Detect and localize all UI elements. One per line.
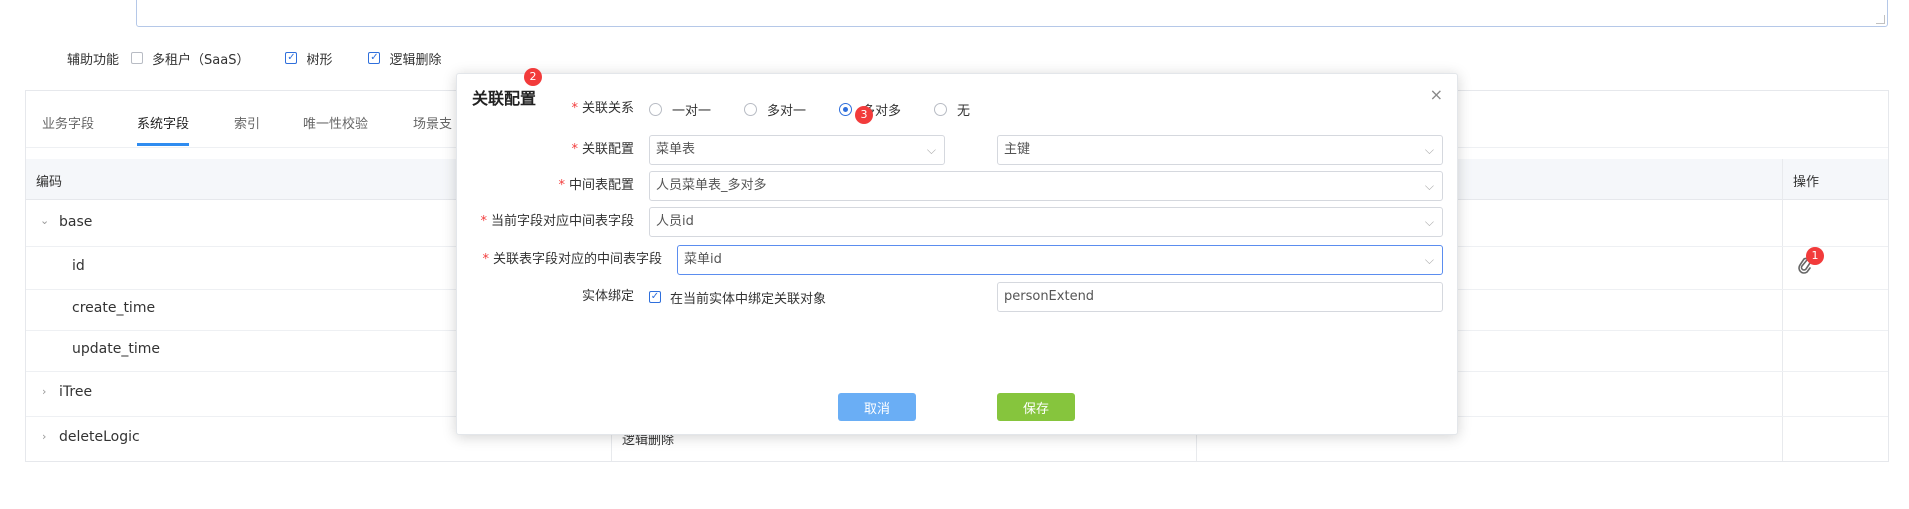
- related-field-label: * 关联表字段对应的中间表字段: [482, 245, 662, 275]
- related-key-select[interactable]: 主键 ⌵: [997, 135, 1443, 165]
- radio-label: 无: [957, 103, 971, 119]
- row-code: create_time: [72, 300, 156, 316]
- radio-circle[interactable]: [649, 102, 662, 116]
- row-code: update_time: [72, 341, 160, 357]
- header-code: 编码: [36, 175, 63, 190]
- middle-table-label: * 中间表配置: [558, 171, 634, 201]
- expand-icon[interactable]: ›: [42, 430, 46, 443]
- relation-label: * 关联关系: [571, 94, 634, 124]
- expand-icon[interactable]: ⌄: [40, 214, 49, 227]
- related-field-row: * 关联表字段对应的中间表字段 菜单id ⌵: [457, 245, 1457, 275]
- checkbox-tree[interactable]: ✓: [285, 52, 298, 64]
- step-badge-3: 3: [855, 106, 873, 124]
- radio-label: 一对一: [672, 103, 712, 119]
- radio-circle[interactable]: [839, 102, 853, 116]
- select-value: 菜单表: [656, 142, 696, 157]
- aux-option-logic-delete[interactable]: ✓ 逻辑删除: [368, 49, 441, 68]
- select-value: 人员id: [656, 214, 694, 229]
- chevron-down-icon: ⌵: [1424, 253, 1434, 267]
- radio-label: 多对一: [767, 103, 807, 119]
- chevron-down-icon: ⌵: [1424, 179, 1434, 193]
- description-textarea[interactable]: [136, 0, 1888, 27]
- association-config-dialog: 关联配置 × * 关联关系 一对一 多对一 多对多 无 * 关联配置 菜单表 ⌵ 主…: [456, 73, 1458, 435]
- checkbox-bind-object[interactable]: ✓: [649, 291, 661, 303]
- save-button[interactable]: 保存: [997, 393, 1075, 421]
- related-field-label-text: 关联表字段对应的中间表字段: [492, 252, 662, 267]
- row-code: iTree: [59, 384, 93, 400]
- radio-circle[interactable]: [744, 102, 758, 116]
- tab-system-fields[interactable]: 系统字段: [137, 113, 190, 146]
- middle-table-select[interactable]: 人员菜单表_多对多 ⌵: [649, 171, 1443, 201]
- resize-handle[interactable]: [1876, 15, 1885, 24]
- required-mark: *: [571, 101, 578, 116]
- required-mark: *: [482, 252, 489, 267]
- checkbox-saas[interactable]: [131, 52, 144, 64]
- config-label-text: 关联配置: [581, 142, 634, 157]
- chevron-down-icon: ⌵: [1424, 143, 1434, 157]
- step-badge-2: 2: [524, 68, 542, 86]
- input-value: personExtend: [1004, 289, 1095, 304]
- config-label: * 关联配置: [571, 135, 634, 165]
- aux-label: 辅助功能: [67, 52, 120, 68]
- relation-label-text: 关联关系: [581, 101, 634, 116]
- required-mark: *: [480, 214, 487, 229]
- config-row: * 关联配置 菜单表 ⌵ 主键 ⌵: [457, 135, 1457, 165]
- entity-name-input[interactable]: personExtend: [997, 282, 1443, 312]
- step-badge-1: 1: [1806, 247, 1824, 265]
- select-value: 菜单id: [684, 252, 722, 267]
- middle-table-label-text: 中间表配置: [568, 178, 634, 193]
- chevron-down-icon: ⌵: [1424, 215, 1434, 229]
- middle-table-row: * 中间表配置 人员菜单表_多对多 ⌵: [457, 171, 1457, 201]
- cancel-button[interactable]: 取消: [838, 393, 916, 421]
- aux-option-saas[interactable]: 多租户（SaaS）: [131, 49, 249, 68]
- aux-functions: 辅助功能 多租户（SaaS） ✓ 树形 ✓ 逻辑删除: [67, 47, 477, 69]
- relation-row: * 关联关系 一对一 多对一 多对多 无: [457, 94, 1457, 124]
- expand-icon[interactable]: ›: [42, 385, 46, 398]
- entity-binding-label: 实体绑定: [581, 289, 634, 304]
- entity-binding-row: 实体绑定 ✓ 在当前实体中绑定关联对象 personExtend: [457, 282, 1457, 312]
- aux-option-saas-label: 多租户（SaaS）: [152, 52, 250, 68]
- current-field-label-text: 当前字段对应中间表字段: [490, 214, 634, 229]
- current-field-select[interactable]: 人员id ⌵: [649, 207, 1443, 237]
- radio-many-to-one[interactable]: 多对一: [744, 100, 806, 119]
- bind-object-option[interactable]: ✓ 在当前实体中绑定关联对象: [649, 282, 826, 312]
- tab-scene[interactable]: 场景支: [413, 113, 452, 143]
- aux-option-tree-label: 树形: [306, 52, 333, 68]
- related-table-select[interactable]: 菜单表 ⌵: [649, 135, 945, 165]
- header-ops: 操作: [1793, 175, 1820, 190]
- current-field-row: * 当前字段对应中间表字段 人员id ⌵: [457, 207, 1457, 237]
- related-field-select[interactable]: 菜单id ⌵: [677, 245, 1443, 275]
- aux-option-tree[interactable]: ✓ 树形: [285, 49, 332, 68]
- aux-option-logic-delete-label: 逻辑删除: [389, 52, 442, 68]
- chevron-down-icon: ⌵: [926, 143, 936, 157]
- radio-circle[interactable]: [934, 102, 948, 116]
- required-mark: *: [571, 142, 578, 157]
- tab-unique-check[interactable]: 唯一性校验: [303, 113, 368, 143]
- radio-one-to-one[interactable]: 一对一: [649, 100, 711, 119]
- select-value: 主键: [1004, 142, 1031, 157]
- select-value: 人员菜单表_多对多: [656, 178, 767, 193]
- row-code: deleteLogic: [59, 429, 140, 445]
- tab-business-fields[interactable]: 业务字段: [42, 113, 94, 143]
- row-code: id: [72, 258, 85, 274]
- current-field-label: * 当前字段对应中间表字段: [480, 207, 634, 237]
- row-code: base: [59, 214, 93, 230]
- tab-index[interactable]: 索引: [234, 113, 260, 143]
- bind-object-label: 在当前实体中绑定关联对象: [670, 291, 827, 307]
- required-mark: *: [558, 178, 565, 193]
- radio-none[interactable]: 无: [934, 100, 970, 119]
- checkbox-logic-delete[interactable]: ✓: [368, 52, 381, 64]
- relation-radio-group: 一对一 多对一 多对多 无: [649, 94, 1003, 124]
